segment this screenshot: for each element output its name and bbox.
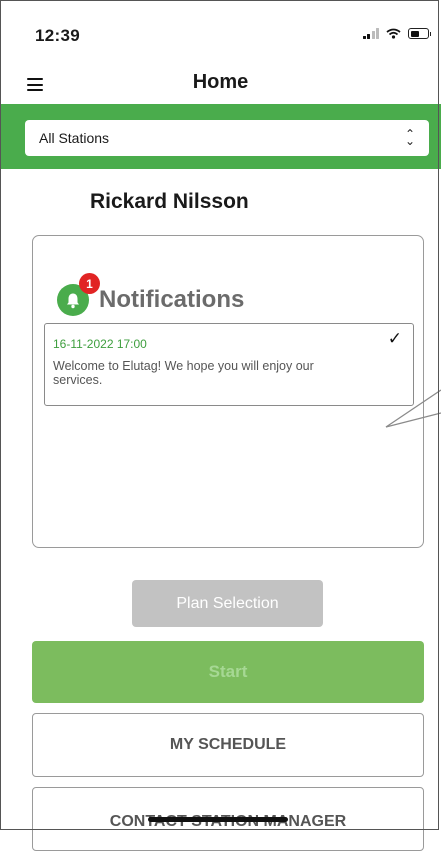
status-bar: 12:39	[0, 0, 441, 66]
notification-message: Welcome to Elutag! We hope you will enjo…	[53, 359, 314, 388]
battery-icon	[408, 28, 431, 39]
check-icon[interactable]: ✓	[388, 329, 402, 349]
notifications-title: Notifications	[99, 286, 245, 313]
station-select[interactable]: All Stations ⌃ ⌄	[25, 120, 429, 156]
plan-selection-button[interactable]: Plan Selection	[132, 580, 323, 627]
page-title: Home	[192, 71, 249, 93]
bell-icon: 1	[57, 273, 100, 316]
user-name: Rickard Nilsson	[90, 190, 249, 213]
status-icons	[362, 28, 431, 39]
wifi-icon	[386, 28, 401, 39]
notification-count-badge: 1	[79, 273, 100, 294]
nav-bar: Home	[0, 66, 441, 104]
status-time: 12:39	[35, 26, 80, 45]
chevron-updown-icon: ⌃ ⌄	[404, 127, 415, 148]
signal-icon	[362, 28, 379, 39]
start-button[interactable]: Start	[32, 641, 424, 703]
notification-item[interactable]: 16-11-2022 17:00 ✓ Welcome to Elutag! We…	[44, 323, 414, 406]
notifications-header: 1 Notifications	[57, 273, 245, 316]
notifications-card: 1 Notifications 16-11-2022 17:00 ✓ Welco…	[32, 235, 424, 548]
notification-date: 16-11-2022 17:00	[53, 337, 147, 351]
my-schedule-button[interactable]: MY SCHEDULE	[32, 713, 424, 777]
station-select-value: All Stations	[39, 130, 110, 146]
station-filter-bar: All Stations ⌃ ⌄	[0, 104, 441, 169]
home-indicator	[148, 817, 288, 822]
